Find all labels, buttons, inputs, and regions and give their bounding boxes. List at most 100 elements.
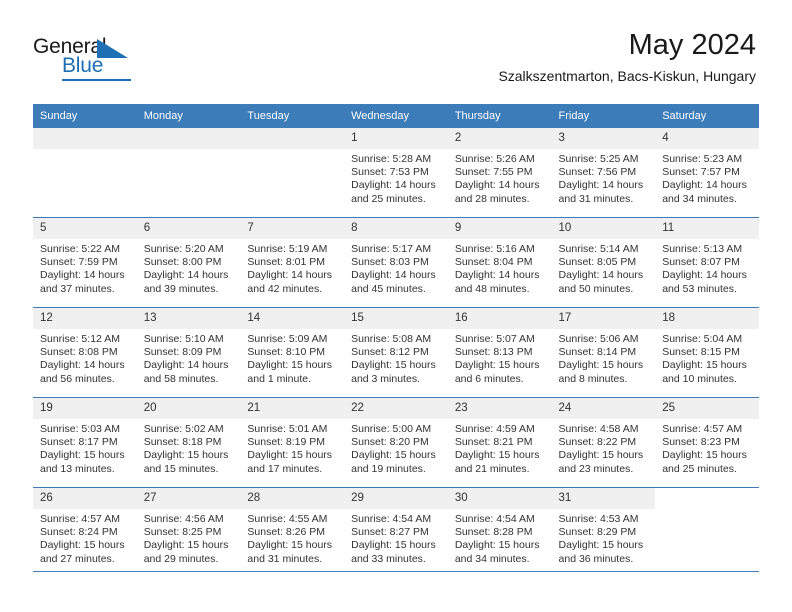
day-detail-daylight1: Daylight: 15 hours (558, 359, 644, 372)
calendar-day-cell[interactable] (136, 127, 241, 218)
day-detail-daylight1: Daylight: 14 hours (558, 179, 644, 192)
calendar-day-cell[interactable]: 7 Sunrise: 5:19 AM Sunset: 8:01 PM Daylight… (240, 217, 345, 308)
calendar-day-cell[interactable]: 19 Sunrise: 5:03 AM Sunset: 8:17 PM Dayligh… (33, 397, 137, 488)
day-detail-daylight1: Daylight: 15 hours (40, 539, 125, 552)
day-number: 18 (655, 308, 759, 329)
calendar-day-cell[interactable]: 15 Sunrise: 5:08 AM Sunset: 8:12 PM Dayligh… (344, 307, 448, 398)
day-details: Sunrise: 5:02 AM Sunset: 8:18 PM Daylight:… (137, 419, 241, 476)
day-cell-inner (655, 488, 759, 577)
calendar-day-cell[interactable]: 28 Sunrise: 4:55 AM Sunset: 8:26 PM Dayligh… (240, 487, 345, 577)
day-detail-sunset: Sunset: 8:01 PM (247, 256, 326, 269)
calendar-day-cell[interactable] (33, 127, 137, 218)
day-detail-daylight1: Daylight: 15 hours (351, 539, 436, 552)
day-detail-sunrise: Sunrise: 5:19 AM (247, 243, 328, 255)
day-detail-sunrise: Sunrise: 5:25 AM (558, 153, 639, 165)
calendar-day-cell[interactable]: 27 Sunrise: 4:56 AM Sunset: 8:25 PM Dayligh… (136, 487, 241, 577)
calendar-day-cell[interactable]: 12 Sunrise: 5:12 AM Sunset: 8:08 PM Dayligh… (33, 307, 137, 398)
day-detail-sunset: Sunset: 8:00 PM (143, 256, 222, 269)
day-detail-daylight1: Daylight: 15 hours (247, 539, 333, 552)
calendar-day-cell[interactable]: 30 Sunrise: 4:54 AM Sunset: 8:28 PM Dayligh… (447, 487, 552, 577)
day-detail-daylight2: and 6 minutes. (454, 372, 524, 385)
day-details: Sunrise: 4:56 AM Sunset: 8:25 PM Daylight:… (137, 509, 241, 566)
day-detail-daylight2: and 8 minutes. (558, 372, 628, 385)
day-detail-sunrise: Sunrise: 4:57 AM (40, 513, 120, 525)
calendar-day-cell[interactable]: 1 Sunrise: 5:28 AM Sunset: 7:53 PM Daylight… (344, 127, 448, 218)
day-detail-daylight2: and 1 minute. (247, 372, 312, 385)
calendar-day-cell[interactable]: 14 Sunrise: 5:09 AM Sunset: 8:10 PM Dayligh… (240, 307, 345, 398)
day-number: 4 (655, 128, 759, 149)
day-detail-daylight1: Daylight: 15 hours (247, 449, 333, 462)
calendar-day-cell[interactable]: 4 Sunrise: 5:23 AM Sunset: 7:57 PM Daylight… (655, 127, 759, 218)
day-details: Sunrise: 5:25 AM Sunset: 7:56 PM Daylight:… (552, 149, 656, 206)
day-detail-daylight2: and 39 minutes. (143, 282, 219, 295)
calendar-day-cell[interactable] (655, 487, 759, 577)
day-cell-inner: 5 Sunrise: 5:22 AM Sunset: 7:59 PM Daylight… (33, 218, 137, 307)
day-cell-inner: 14 Sunrise: 5:09 AM Sunset: 8:10 PM Dayligh… (240, 308, 345, 397)
day-detail-daylight1: Daylight: 14 hours (247, 269, 333, 282)
calendar-day-cell[interactable]: 9 Sunrise: 5:16 AM Sunset: 8:04 PM Daylight… (447, 217, 552, 308)
day-number (136, 128, 241, 149)
calendar-day-cell[interactable]: 13 Sunrise: 5:10 AM Sunset: 8:09 PM Dayligh… (136, 307, 241, 398)
calendar-day-cell[interactable]: 21 Sunrise: 5:01 AM Sunset: 8:19 PM Dayligh… (240, 397, 345, 488)
day-detail-sunset: Sunset: 8:24 PM (40, 526, 118, 539)
calendar-day-cell[interactable]: 20 Sunrise: 5:02 AM Sunset: 8:18 PM Dayligh… (136, 397, 241, 488)
day-details: Sunrise: 5:22 AM Sunset: 7:59 PM Daylight:… (33, 239, 137, 296)
day-cell-inner: 17 Sunrise: 5:06 AM Sunset: 8:14 PM Dayligh… (551, 308, 656, 397)
calendar-day-cell[interactable]: 2 Sunrise: 5:26 AM Sunset: 7:55 PM Daylight… (447, 127, 552, 218)
calendar-day-cell[interactable]: 10 Sunrise: 5:14 AM Sunset: 8:05 PM Dayligh… (551, 217, 656, 308)
calendar-day-cell[interactable]: 5 Sunrise: 5:22 AM Sunset: 7:59 PM Daylight… (33, 217, 137, 308)
calendar-day-cell[interactable]: 17 Sunrise: 5:06 AM Sunset: 8:14 PM Dayligh… (551, 307, 656, 398)
day-details: Sunrise: 5:19 AM Sunset: 8:01 PM Daylight:… (240, 239, 344, 296)
day-detail-daylight2: and 53 minutes. (662, 282, 737, 295)
day-detail-sunrise: Sunrise: 5:12 AM (40, 333, 120, 345)
day-detail-sunrise: Sunrise: 5:17 AM (351, 243, 432, 255)
day-detail-daylight1: Daylight: 15 hours (558, 539, 644, 552)
day-number: 31 (551, 488, 656, 509)
day-detail-sunset: Sunset: 8:29 PM (558, 526, 637, 539)
day-detail-sunrise: Sunrise: 5:07 AM (454, 333, 535, 345)
day-cell-inner: 24 Sunrise: 4:58 AM Sunset: 8:22 PM Dayligh… (551, 398, 656, 487)
day-cell-inner: 12 Sunrise: 5:12 AM Sunset: 8:08 PM Dayligh… (33, 308, 137, 397)
calendar-day-cell[interactable]: 16 Sunrise: 5:07 AM Sunset: 8:13 PM Dayligh… (447, 307, 552, 398)
day-detail-daylight1: Daylight: 14 hours (40, 359, 125, 372)
calendar-day-cell[interactable]: 8 Sunrise: 5:17 AM Sunset: 8:03 PM Daylight… (344, 217, 448, 308)
day-details: Sunrise: 5:01 AM Sunset: 8:19 PM Daylight:… (240, 419, 344, 476)
day-detail-daylight2: and 36 minutes. (558, 552, 634, 565)
calendar-day-cell[interactable]: 25 Sunrise: 4:57 AM Sunset: 8:23 PM Dayligh… (655, 397, 759, 488)
day-details: Sunrise: 5:00 AM Sunset: 8:20 PM Daylight:… (344, 419, 448, 476)
day-detail-daylight1: Daylight: 15 hours (351, 359, 436, 372)
day-detail-daylight2: and 33 minutes. (351, 552, 426, 565)
calendar-day-cell[interactable]: 26 Sunrise: 4:57 AM Sunset: 8:24 PM Dayligh… (33, 487, 137, 577)
day-cell-inner: 28 Sunrise: 4:55 AM Sunset: 8:26 PM Dayligh… (240, 488, 345, 577)
day-detail-daylight2: and 13 minutes. (40, 462, 115, 475)
calendar-day-cell[interactable]: 29 Sunrise: 4:54 AM Sunset: 8:27 PM Dayligh… (344, 487, 448, 577)
calendar-day-cell[interactable]: 23 Sunrise: 4:59 AM Sunset: 8:21 PM Dayligh… (447, 397, 552, 488)
day-detail-daylight1: Daylight: 14 hours (40, 269, 125, 282)
calendar-day-cell[interactable]: 11 Sunrise: 5:13 AM Sunset: 8:07 PM Dayligh… (655, 217, 759, 308)
day-detail-sunset: Sunset: 8:04 PM (454, 256, 533, 269)
day-number: 27 (136, 488, 241, 509)
calendar-day-cell[interactable]: 22 Sunrise: 5:00 AM Sunset: 8:20 PM Dayligh… (344, 397, 448, 488)
day-details: Sunrise: 4:54 AM Sunset: 8:28 PM Daylight:… (448, 509, 552, 566)
day-detail-sunset: Sunset: 8:26 PM (247, 526, 326, 539)
day-detail-sunset: Sunset: 8:03 PM (351, 256, 429, 269)
day-detail-daylight2: and 25 minutes. (662, 462, 737, 475)
calendar-day-cell[interactable]: 31 Sunrise: 4:53 AM Sunset: 8:29 PM Dayligh… (551, 487, 656, 577)
day-detail-sunrise: Sunrise: 5:06 AM (558, 333, 639, 345)
day-detail-daylight2: and 28 minutes. (454, 192, 530, 205)
day-detail-daylight2: and 15 minutes. (143, 462, 219, 475)
day-cell-inner: 19 Sunrise: 5:03 AM Sunset: 8:17 PM Dayligh… (33, 398, 137, 487)
day-detail-daylight2: and 58 minutes. (143, 372, 219, 385)
calendar-day-cell[interactable]: 6 Sunrise: 5:20 AM Sunset: 8:00 PM Daylight… (136, 217, 241, 308)
calendar-day-cell[interactable]: 3 Sunrise: 5:25 AM Sunset: 7:56 PM Daylight… (551, 127, 656, 218)
day-cell-inner: 27 Sunrise: 4:56 AM Sunset: 8:25 PM Dayligh… (136, 488, 241, 577)
day-detail-sunrise: Sunrise: 5:16 AM (454, 243, 535, 255)
calendar-day-cell[interactable]: 24 Sunrise: 4:58 AM Sunset: 8:22 PM Dayligh… (551, 397, 656, 488)
day-number: 8 (344, 218, 448, 239)
day-number: 23 (447, 398, 552, 419)
day-details: Sunrise: 5:26 AM Sunset: 7:55 PM Daylight:… (448, 149, 552, 206)
calendar-day-cell[interactable]: 18 Sunrise: 5:04 AM Sunset: 8:15 PM Dayligh… (655, 307, 759, 398)
day-detail-daylight1: Daylight: 15 hours (454, 449, 540, 462)
calendar-day-cell[interactable] (240, 127, 345, 218)
day-detail-sunset: Sunset: 8:22 PM (558, 436, 637, 449)
